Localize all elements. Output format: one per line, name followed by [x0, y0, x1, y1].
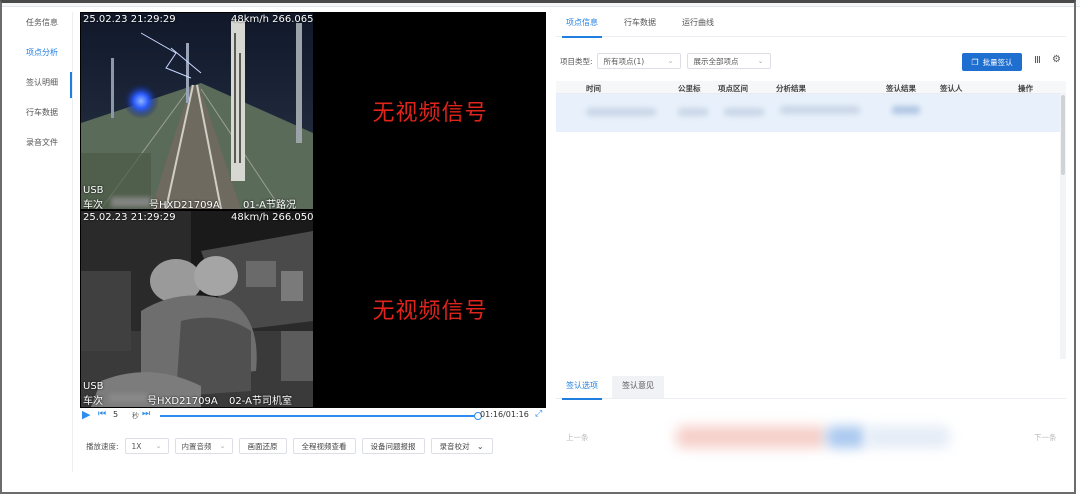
- window-frame: [0, 0, 1076, 494]
